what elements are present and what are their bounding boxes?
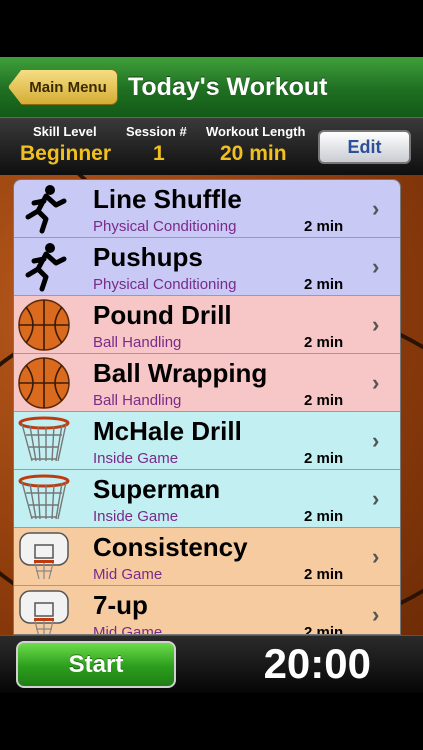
start-button[interactable]: Start xyxy=(16,641,176,688)
runner-icon xyxy=(25,185,67,234)
drill-title: 7-up xyxy=(93,590,148,620)
drill-title: Ball Wrapping xyxy=(93,358,268,388)
drill-row[interactable]: Pound Drill Ball Handling 2 min › xyxy=(14,296,400,354)
main-menu-button[interactable]: Main Menu xyxy=(8,69,118,105)
runner-icon xyxy=(25,243,67,292)
drill-row[interactable]: Superman Inside Game 2 min › xyxy=(14,470,400,528)
drill-category: Mid Game xyxy=(93,624,163,635)
drill-title: Superman xyxy=(93,474,221,504)
hoop-net-icon xyxy=(18,416,70,462)
workout-length-value: 20 min xyxy=(220,142,287,165)
hoop-net-icon xyxy=(18,474,70,520)
chevron-right-icon: › xyxy=(372,254,380,279)
drill-title: Line Shuffle xyxy=(93,184,242,214)
drill-duration: 2 min xyxy=(304,624,344,635)
drill-row[interactable]: Pushups Physical Conditioning 2 min › xyxy=(14,238,400,296)
drill-title: Pushups xyxy=(93,242,203,272)
skill-level-label: Skill Level xyxy=(33,124,97,139)
drill-duration: 2 min xyxy=(304,276,344,293)
drill-category: Inside Game xyxy=(93,450,179,467)
basketball-icon xyxy=(18,357,70,409)
drill-row[interactable]: McHale Drill Inside Game 2 min › xyxy=(14,412,400,470)
navigation-bar: Main Menu Today's Workout xyxy=(0,57,423,118)
drill-duration: 2 min xyxy=(304,334,344,351)
drill-row[interactable]: Line Shuffle Physical Conditioning 2 min… xyxy=(14,180,400,238)
drill-duration: 2 min xyxy=(304,392,344,409)
drill-row[interactable]: Ball Wrapping Ball Handling 2 min › xyxy=(14,354,400,412)
drill-category: Ball Handling xyxy=(93,392,182,409)
session-number-label: Session # xyxy=(126,124,187,139)
basketball-icon xyxy=(18,299,70,351)
drill-duration: 2 min xyxy=(304,450,344,467)
drill-duration: 2 min xyxy=(304,218,344,235)
bottom-toolbar: Start 20:00 xyxy=(0,635,423,694)
session-info-bar: Skill Level Beginner Session # 1 Workout… xyxy=(0,117,423,176)
page-title: Today's Workout xyxy=(128,73,328,101)
drill-row[interactable]: Consistency Mid Game 2 min › xyxy=(14,528,400,586)
drill-title: McHale Drill xyxy=(93,416,242,446)
skill-level-value: Beginner xyxy=(20,142,112,165)
drill-list[interactable]: Line Shuffle Physical Conditioning 2 min… xyxy=(13,179,401,635)
chevron-right-icon: › xyxy=(372,428,380,453)
drill-title: Consistency xyxy=(93,532,248,562)
chevron-right-icon: › xyxy=(372,486,380,511)
drill-duration: 2 min xyxy=(304,566,344,583)
chevron-right-icon: › xyxy=(372,312,380,337)
chevron-right-icon: › xyxy=(372,196,380,221)
workout-timer: 20:00 xyxy=(263,640,371,687)
bottom-bezel xyxy=(0,693,423,750)
drill-category: Physical Conditioning xyxy=(93,276,237,293)
backboard-icon xyxy=(19,590,69,634)
drill-row[interactable]: 7-up Mid Game 2 min › xyxy=(14,586,400,635)
drill-category: Inside Game xyxy=(93,508,179,525)
edit-button[interactable]: Edit xyxy=(318,130,411,164)
chevron-right-icon: › xyxy=(372,602,380,627)
drill-duration: 2 min xyxy=(304,508,344,525)
drill-category: Physical Conditioning xyxy=(93,218,237,235)
drill-category: Mid Game xyxy=(93,566,163,583)
chevron-right-icon: › xyxy=(372,544,380,569)
status-bar xyxy=(0,0,423,57)
drill-category: Ball Handling xyxy=(93,334,182,351)
chevron-right-icon: › xyxy=(372,370,380,395)
workout-length-label: Workout Length xyxy=(206,124,306,139)
session-number-value: 1 xyxy=(153,142,165,165)
backboard-icon xyxy=(19,532,69,580)
drill-title: Pound Drill xyxy=(93,300,232,330)
